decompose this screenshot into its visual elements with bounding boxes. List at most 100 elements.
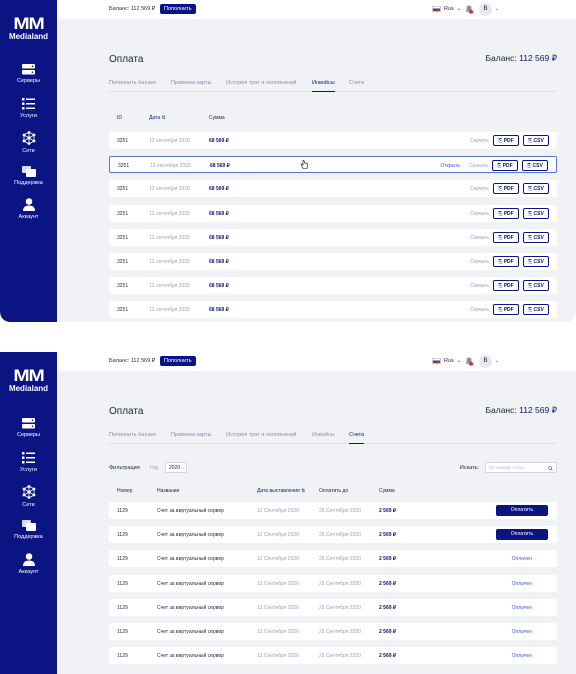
csv-button[interactable]: ⎘ CSV [523,231,549,243]
table-row[interactable]: 3251 12 сентября 2020 68 569 ₽ Скачать ⎘ PDF… [109,228,557,246]
csv-button[interactable]: ⎘ CSV [523,256,549,267]
nav-item-network[interactable]: Сети [0,485,57,508]
language-selector[interactable]: Rus ⌄ [432,358,461,364]
bill-issued-date: 12 Сентября 2020 [257,532,299,539]
tab-invoices[interactable]: Инвойсы [312,80,335,92]
page-balance-label: Баланс: [485,53,517,63]
table-row[interactable]: 3251 12 сентября 2020 68 569 ₽ Скачать ⎘ PDF… [109,204,557,222]
download-link[interactable]: Скачать [470,259,489,265]
csv-label: CSV [533,186,544,193]
csv-button[interactable]: ⎘ CSV [523,183,549,195]
paid-status: Оплачен [511,653,532,660]
table-row[interactable]: 3251 12 сентября 2020 68 569 ₽ Скачать ⎘ PDF… [109,301,557,319]
tab-invoices[interactable]: Инвойсы [312,432,335,438]
download-link[interactable]: Скачать [470,211,489,217]
bell-icon[interactable] [465,357,473,366]
bell-icon[interactable] [465,5,473,14]
csv-button[interactable]: ⎘ CSV [523,207,549,219]
tab-history[interactable]: История трат и пополнений [226,432,296,438]
chevron-down-icon: ⌄ [181,465,186,471]
invoice-amount: 68 569 ₽ [209,186,229,193]
download-link[interactable]: Скачать [469,163,488,169]
table-row[interactable]: 3251 12 сентября 2020 68 569 ₽ Скачать ⎘ PDF… [109,132,557,149]
table-row[interactable]: 3251 12 сентября 2020 68 569 ₽ Скачать ⎘ PDF… [109,253,557,270]
search-label: Искать: [459,465,479,471]
download-link[interactable]: Скачать [470,235,489,241]
pdf-button[interactable]: ⎘ PDF [493,231,519,243]
topbar-balance: Баланс: 112 569 ₽ [109,6,156,12]
nav-item-account[interactable]: Аккаунт [0,198,57,220]
bill-amount: 2 569 ₽ [379,629,397,635]
nav-item-servers[interactable]: Серверы [0,64,57,84]
nav-label: Сети [22,502,35,508]
pdf-button[interactable]: ⎘ PDF [493,135,519,146]
nav-label: Аккаунт [18,214,39,220]
logo[interactable]: MM Medialand [0,15,57,42]
chevron-down-icon[interactable]: ⌄ [495,6,499,12]
pdf-button[interactable]: ⎘ PDF [493,304,519,316]
bill-number: 1129 [117,508,128,514]
pdf-button[interactable]: ⎘ PDF [492,160,518,172]
tab-topup[interactable]: Пополнить баланс [109,432,156,438]
pay-button[interactable]: Оплатить [496,529,548,541]
tab-bills[interactable]: Счета [349,432,365,444]
csv-button[interactable]: ⎘ CSV [523,135,549,146]
csv-button[interactable]: ⎘ CSV [523,304,549,316]
tab-card[interactable]: Привязка карты [171,432,212,438]
download-link[interactable]: Скачать [470,138,489,144]
topup-button[interactable]: Пополнить [160,356,196,366]
tab-bills[interactable]: Счета [349,80,364,86]
tab-topup[interactable]: Пополнить баланс [109,80,156,86]
nav-item-services[interactable]: Услуги [0,452,57,473]
nav-label: Услуги [20,113,37,119]
csv-button[interactable]: ⎘ CSV [522,160,548,172]
bill-number: 1129 [117,629,128,635]
table-row[interactable]: 3251 12 сентября 2020 68 569 ₽ Скачать ⎘ PDF… [109,180,557,198]
pdf-label: PDF [503,234,514,241]
pdf-button[interactable]: ⎘ PDF [493,256,519,267]
avatar[interactable]: В [479,3,492,16]
tab-history[interactable]: История трат и пополнений [226,80,296,86]
logo[interactable]: MM Medialand [0,367,57,394]
invoice-amount: 68 569 ₽ [210,163,230,170]
nav-item-network[interactable]: Сети [0,131,57,154]
bill-issued-date: 12 Сентября 2020 [257,653,299,660]
search-input[interactable]: По номеру счета [485,462,557,473]
nav-item-account[interactable]: Аккаунт [0,553,57,575]
year-select[interactable]: 2020 ⌄ [165,462,187,473]
chevron-down-icon[interactable]: ⌄ [495,358,499,364]
services-icon [22,452,35,464]
logo-word: Medialand [8,384,49,393]
nav-item-services[interactable]: Услуги [0,98,57,119]
download-link[interactable]: Скачать [470,307,489,313]
pay-button[interactable]: Оплатить [496,505,548,516]
tab-card[interactable]: Привязка карты [171,80,212,86]
pdf-button[interactable]: ⎘ PDF [493,183,519,195]
language-selector[interactable]: Rus ⌄ [432,6,461,12]
sort-icon: ⇅ [301,488,306,494]
csv-button[interactable]: ⎘ CSV [523,280,549,292]
pdf-label: PDF [503,307,514,314]
nav-item-support[interactable]: Поддержка [0,166,57,186]
download-link[interactable]: Скачать [470,186,489,192]
nav-item-support[interactable]: Поддержка [0,520,57,540]
logo-mark: MM [13,366,44,385]
topup-button[interactable]: Пополнить [160,4,196,14]
nav-item-servers[interactable]: Серверы [0,418,57,438]
pdf-button[interactable]: ⎘ PDF [493,207,519,219]
column-date[interactable]: Дата ⇅ [149,115,166,121]
pdf-button[interactable]: ⎘ PDF [493,280,519,292]
nav-label: Услуги [20,467,37,473]
bill-number: 1129 [117,653,128,660]
paid-status: Оплачен [511,580,532,587]
download-link[interactable]: Скачать [470,283,489,289]
column-issued[interactable]: Дата выставления ⇅ [257,488,305,494]
open-link[interactable]: Открыть [440,163,460,169]
bill-number: 1129 [117,604,128,611]
sidebar: MM Medialand Серверы Услуги Сети Поддерж… [0,0,57,322]
table-row[interactable]: 3251 12 сентября 2020 68 569 ₽ Открыть Скача… [109,156,557,174]
table-row[interactable]: 3251 12 сентября 2020 68 569 ₽ Скачать ⎘ PDF… [109,277,557,295]
invoice-id: 3251 [117,283,129,290]
avatar[interactable]: В [479,355,492,368]
search-placeholder: По номеру счета [489,465,524,470]
